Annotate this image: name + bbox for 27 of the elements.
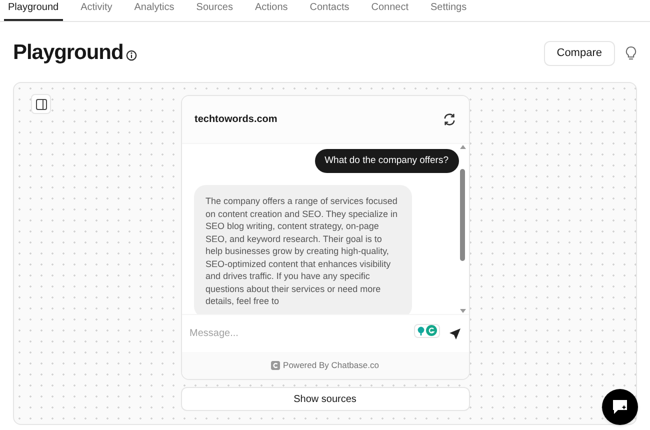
message-input[interactable]: Message... xyxy=(190,326,408,341)
page-title: Playground xyxy=(13,40,124,66)
send-icon[interactable] xyxy=(448,328,460,340)
chatbase-logo-icon xyxy=(271,361,280,370)
refresh-icon[interactable] xyxy=(442,113,456,126)
lightbulb-icon[interactable] xyxy=(625,46,637,60)
scrollbar-thumb[interactable] xyxy=(460,169,465,261)
user-message-bubble: What do the company offers? xyxy=(314,149,458,174)
nav-tab[interactable]: Analytics xyxy=(130,0,178,21)
nav-tab[interactable]: Settings xyxy=(426,0,471,21)
scroll-down-icon[interactable] xyxy=(460,309,466,313)
nav-tab[interactable]: Sources xyxy=(192,0,237,21)
info-icon[interactable] xyxy=(126,50,138,60)
chat-title: techtowords.com xyxy=(194,113,278,127)
powered-by-text: Powered By Chatbase.co xyxy=(283,359,379,372)
nav-tab[interactable]: Actions xyxy=(250,0,292,21)
show-sources-button[interactable]: Show sources xyxy=(180,387,470,411)
nav-tab[interactable]: Connect xyxy=(367,0,412,21)
nav-tab[interactable]: Contacts xyxy=(306,0,354,21)
nav-tab[interactable]: Playground xyxy=(4,0,63,21)
nav-tab[interactable]: Activity xyxy=(76,0,116,21)
chat-icon xyxy=(611,399,629,415)
compare-button[interactable]: Compare xyxy=(544,40,615,66)
extension-badge-icon xyxy=(414,324,440,338)
sidebar-toggle-icon[interactable] xyxy=(31,94,51,114)
chat-launcher-button[interactable] xyxy=(602,389,638,425)
bot-message-bubble: The company offers a range of services focused on content creation and SEO. They specialize in SEO blog writing, content strategy, on-page SEO, and keyword research. Their goal is to help businesses grow by creating high-quality, SEO-optimized content that enhances visibility and drives traffic. If you have any specific questions about their services or need more details, feel free to xyxy=(194,185,412,314)
